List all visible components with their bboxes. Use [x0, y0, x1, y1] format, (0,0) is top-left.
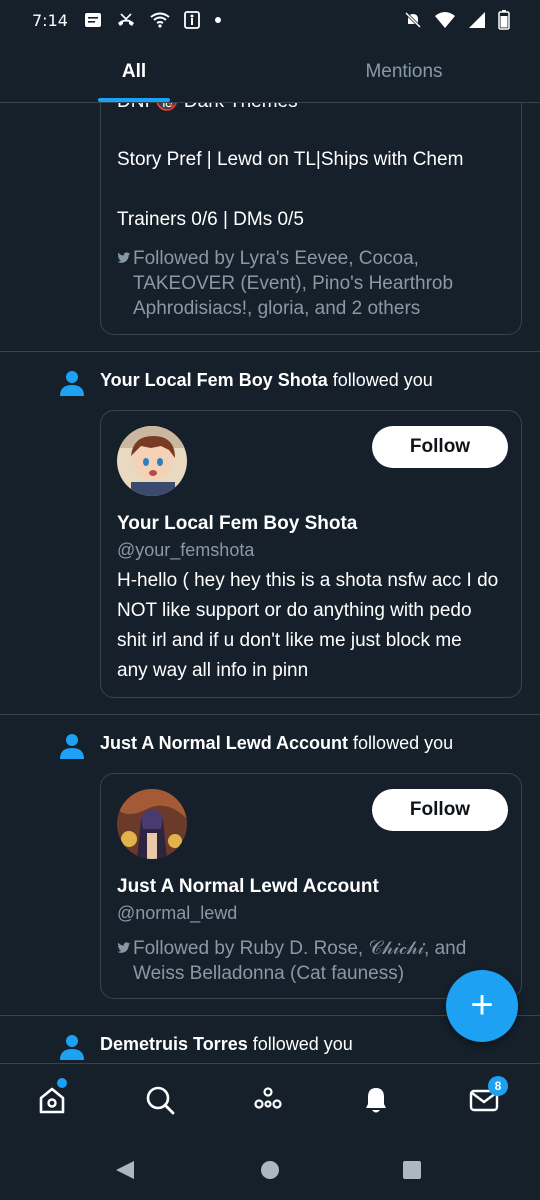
card-bio: H-hello ( hey hey this is a shota nsfw a…: [117, 566, 517, 686]
card-bio-line: any way all info in pinn: [117, 660, 309, 681]
notification-actor[interactable]: Just A Normal Lewd Account: [100, 733, 348, 753]
signal-icon: [469, 12, 485, 28]
wifi-calling-icon: [150, 12, 170, 28]
nav-home[interactable]: [34, 1078, 74, 1122]
card-bio-line: Story Pref | Lewd on TL|Ships with Chem: [117, 149, 464, 170]
notification-dot-icon: [214, 17, 221, 23]
follow-button[interactable]: Follow: [372, 789, 508, 831]
followed-by-text: Followed by Lyra's Eevee, Cocoa, TAKEOVE…: [117, 246, 507, 321]
system-navigation-bar: [0, 1139, 540, 1200]
wifi-icon: [435, 12, 455, 28]
tab-all[interactable]: All: [98, 40, 170, 102]
card-handle[interactable]: @normal_lewd: [117, 903, 237, 924]
twitter-bird-icon: [117, 936, 133, 961]
person-icon: [60, 1035, 84, 1060]
do-not-disturb-icon: [404, 11, 422, 29]
back-icon[interactable]: [114, 1159, 136, 1181]
home-button-icon[interactable]: [260, 1160, 280, 1180]
divider: [0, 714, 540, 715]
card-handle[interactable]: @your_femshota: [117, 540, 254, 561]
card-bio-line: shit irl and if u don't like me just blo…: [117, 630, 462, 651]
notification-action: followed you: [353, 733, 454, 753]
card-bio-line: H-hello ( hey hey this is a shota nsfw a…: [117, 570, 499, 591]
missed-call-icon: [117, 13, 134, 26]
active-tab-indicator: [98, 98, 170, 102]
bottom-nav: 8: [0, 1063, 540, 1139]
search-icon: [146, 1086, 175, 1115]
nav-search[interactable]: [142, 1082, 182, 1122]
status-bar: 7:14: [0, 0, 540, 40]
nav-messages[interactable]: 8: [466, 1076, 508, 1122]
avatar[interactable]: [117, 789, 187, 859]
card-bio-line: Trainers 0/6 | DMs 0/5: [117, 209, 304, 230]
followed-by-line: Followed by Lyra's Eevee, Cocoa,: [133, 248, 419, 269]
card-bio-line: NOT like support or do anything with ped…: [117, 600, 472, 621]
battery-icon: [498, 10, 510, 30]
notification-action: followed you: [332, 370, 433, 390]
messages-badge: 8: [488, 1076, 508, 1096]
notifications-feed[interactable]: DNI 🔞 Dark Themes Story Pref | Lewd on T…: [0, 103, 540, 1063]
spaces-icon: [254, 1087, 282, 1109]
bell-icon: [366, 1088, 386, 1113]
unread-dot: [57, 1078, 67, 1088]
status-time: 7:14: [32, 10, 68, 30]
tab-bar: All Mentions: [0, 40, 540, 103]
twitter-bird-icon: [117, 246, 133, 271]
person-icon: [60, 371, 84, 396]
divider: [0, 351, 540, 352]
card-display-name[interactable]: Just A Normal Lewd Account: [117, 876, 379, 898]
compose-fab[interactable]: +: [446, 970, 518, 1042]
notification-actor[interactable]: Demetruis Torres: [100, 1034, 248, 1054]
follow-button[interactable]: Follow: [372, 426, 508, 468]
notification-text[interactable]: Your Local Fem Boy Shota followed you: [100, 370, 433, 391]
notification-actor[interactable]: Your Local Fem Boy Shota: [100, 370, 328, 390]
nav-notifications[interactable]: [358, 1082, 398, 1122]
home-icon: [39, 1087, 65, 1114]
person-icon: [60, 734, 84, 759]
accessibility-icon: [184, 11, 200, 29]
notification-action: followed you: [252, 1034, 353, 1054]
card-display-name[interactable]: Your Local Fem Boy Shota: [117, 513, 357, 535]
tab-mentions[interactable]: Mentions: [340, 40, 468, 102]
plus-icon: +: [470, 983, 494, 1027]
card-bio-line: DNI 🔞 Dark Themes: [117, 103, 298, 113]
followed-by-line: Followed by Ruby D. Rose, 𝒞𝒽𝒾𝒸𝒽𝒾, and: [133, 938, 467, 959]
followed-by-line: TAKEOVER (Event), Pino's Hearthrob: [133, 273, 454, 294]
notification-text[interactable]: Demetruis Torres followed you: [100, 1034, 353, 1055]
followed-by-line: Aphrodisiacs!, gloria, and 2 others: [133, 298, 421, 319]
avatar[interactable]: [117, 426, 187, 496]
nav-spaces[interactable]: [250, 1082, 290, 1122]
recents-icon[interactable]: [402, 1160, 422, 1180]
message-icon: [84, 13, 101, 27]
notification-text[interactable]: Just A Normal Lewd Account followed you: [100, 733, 453, 754]
